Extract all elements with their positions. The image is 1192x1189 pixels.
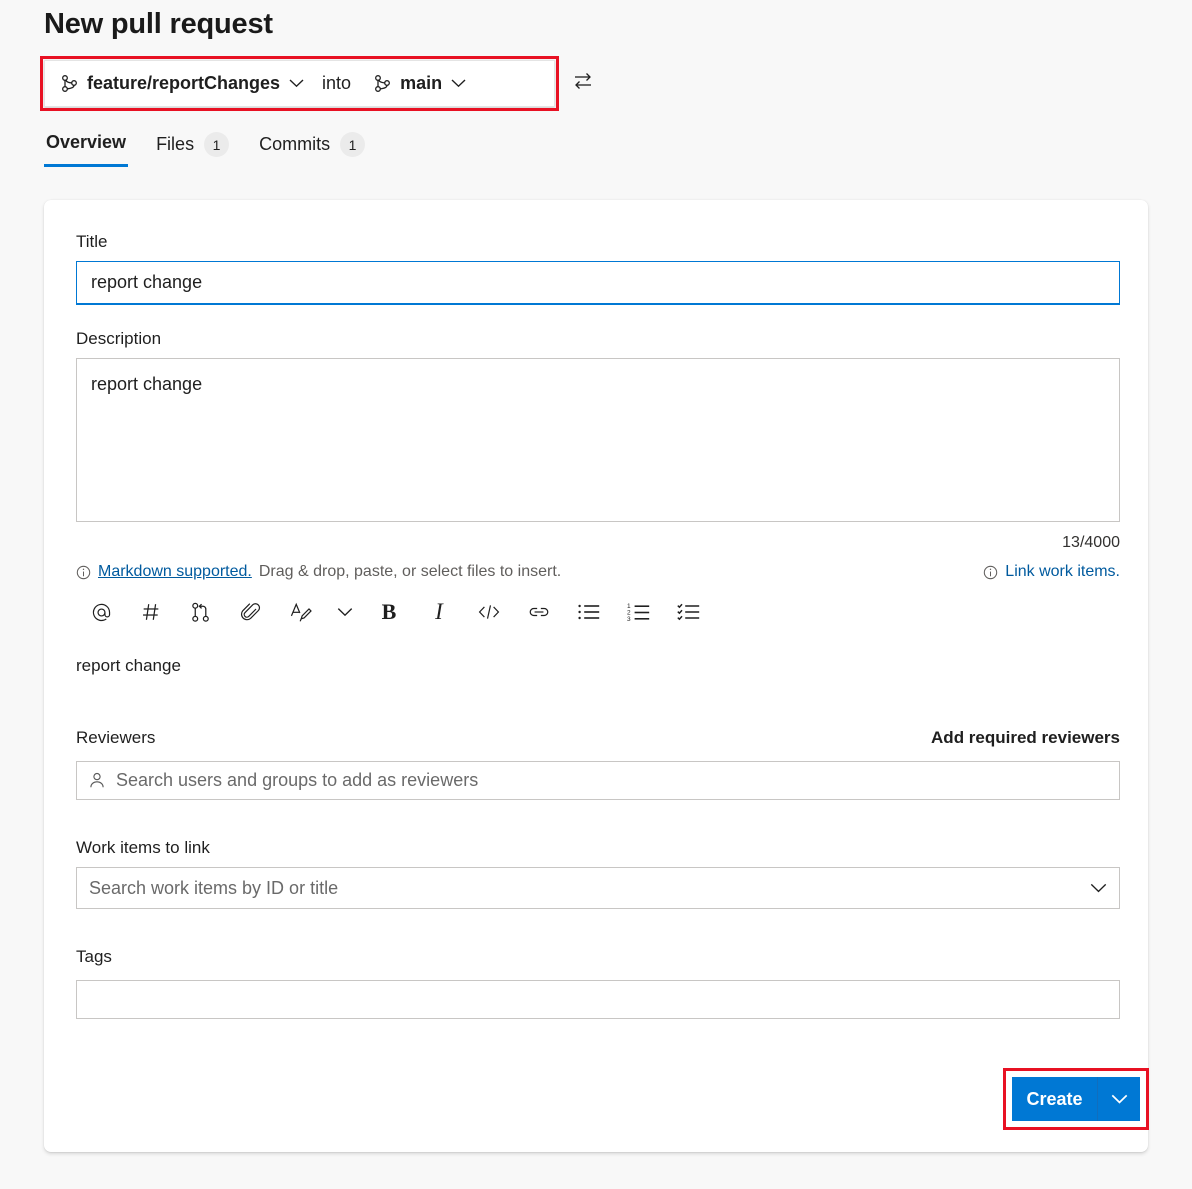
svg-text:3: 3 (627, 616, 631, 623)
markdown-toolbar: B I (76, 593, 1120, 631)
tab-commits-count: 1 (340, 132, 365, 157)
git-branch-icon (374, 74, 391, 93)
chevron-down-icon (451, 79, 466, 88)
tab-overview[interactable]: Overview (44, 128, 128, 167)
title-input[interactable] (76, 261, 1120, 305)
markdown-supported-link[interactable]: Markdown supported. (98, 563, 252, 581)
info-circle-icon (76, 565, 91, 580)
tab-commits-label: Commits (259, 134, 330, 155)
highlight-text-icon[interactable] (276, 593, 326, 631)
reviewers-label: Reviewers (76, 728, 155, 748)
info-circle-icon (983, 565, 998, 580)
create-button-label[interactable]: Create (1012, 1077, 1098, 1121)
work-items-placeholder: Search work items by ID or title (89, 878, 338, 899)
numbered-list-icon[interactable]: 1 2 3 (614, 593, 664, 631)
tags-input[interactable] (76, 980, 1120, 1019)
person-icon (89, 772, 105, 789)
bold-icon[interactable]: B (364, 593, 414, 631)
chevron-down-icon (289, 79, 304, 88)
target-branch-name: main (400, 73, 442, 94)
mention-icon[interactable] (76, 593, 126, 631)
work-items-label: Work items to link (76, 838, 1116, 858)
into-label: into (322, 73, 351, 94)
link-work-items-link[interactable]: Link work items. (983, 563, 1120, 581)
bulleted-list-icon[interactable] (564, 593, 614, 631)
source-branch-name: feature/reportChanges (87, 73, 280, 94)
tags-label: Tags (76, 947, 1116, 967)
branch-selector-bar: feature/reportChanges into main (44, 60, 555, 107)
pull-request-tabs: Overview Files 1 Commits 1 (44, 128, 367, 171)
create-button-group: Create (1012, 1077, 1140, 1121)
markdown-hint: Markdown supported. Drag & drop, paste, … (76, 563, 561, 581)
markdown-hint-text: Drag & drop, paste, or select files to i… (259, 563, 561, 581)
reviewers-search-input[interactable]: Search users and groups to add as review… (76, 761, 1120, 800)
reviewers-search-placeholder: Search users and groups to add as review… (116, 770, 478, 791)
reviewers-section-header: Reviewers Add required reviewers (76, 728, 1120, 748)
swap-arrows-icon[interactable] (572, 70, 594, 92)
tab-overview-label: Overview (46, 132, 126, 153)
description-preview: report change (76, 656, 1120, 676)
code-icon[interactable] (464, 593, 514, 631)
target-branch-dropdown[interactable]: main (368, 70, 472, 97)
hash-icon[interactable] (126, 593, 176, 631)
tab-files-count: 1 (204, 132, 229, 157)
source-branch-dropdown[interactable]: feature/reportChanges (55, 70, 310, 97)
git-branch-icon (61, 74, 78, 93)
chevron-down-icon[interactable] (1098, 1077, 1140, 1121)
link-work-items-label: Link work items. (1005, 563, 1120, 581)
add-required-reviewers-button[interactable]: Add required reviewers (931, 728, 1120, 748)
page-title: New pull request (44, 8, 273, 41)
chevron-down-icon[interactable] (1090, 883, 1107, 893)
tab-commits[interactable]: Commits 1 (257, 128, 367, 171)
new-pull-request-page: New pull request feature/reportChanges i… (0, 0, 1192, 1189)
tab-files-label: Files (156, 134, 194, 155)
chevron-down-icon[interactable] (326, 593, 364, 631)
description-label: Description (76, 329, 1116, 349)
pull-request-icon[interactable] (176, 593, 226, 631)
title-label: Title (76, 232, 1116, 252)
markdown-hint-row: Markdown supported. Drag & drop, paste, … (76, 563, 1120, 581)
create-button[interactable]: Create (1012, 1077, 1140, 1121)
attachment-icon[interactable] (226, 593, 276, 631)
character-counter: 13/4000 (76, 534, 1120, 552)
tab-files[interactable]: Files 1 (154, 128, 231, 171)
pull-request-form-card: Title Description 13/4000 Markdown suppo… (44, 200, 1148, 1152)
work-items-search-input[interactable]: Search work items by ID or title (76, 867, 1120, 909)
italic-icon[interactable]: I (414, 593, 464, 631)
checklist-icon[interactable] (664, 593, 714, 631)
branch-selector-inner: feature/reportChanges into main (44, 60, 555, 107)
description-textarea[interactable] (76, 358, 1120, 522)
link-icon[interactable] (514, 593, 564, 631)
